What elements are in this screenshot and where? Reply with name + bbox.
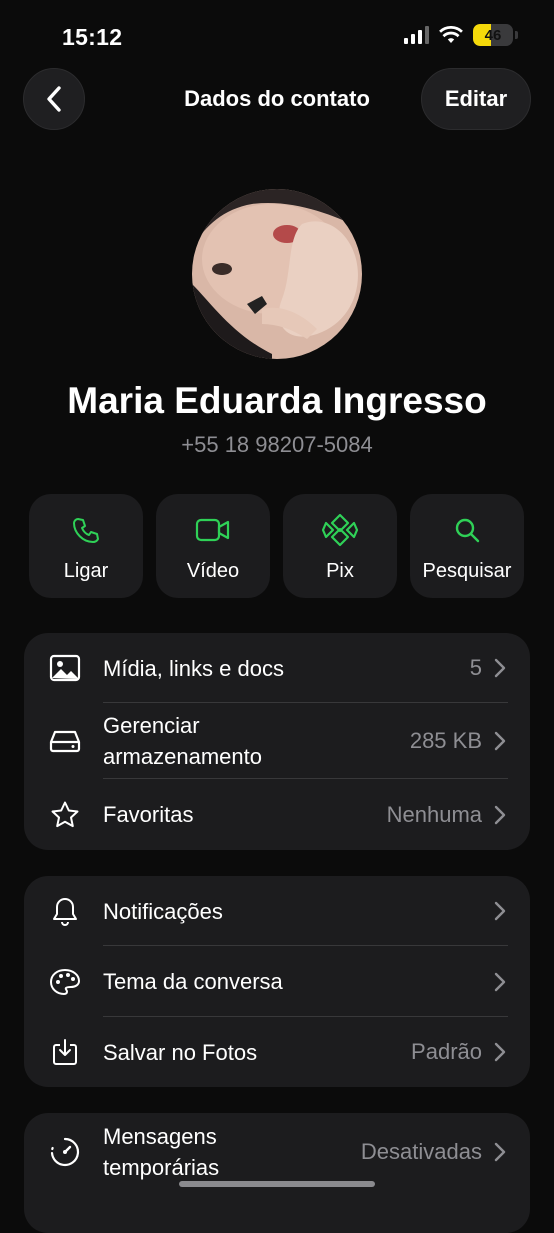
status-time: 15:12 (62, 24, 123, 50)
storage-icon (49, 730, 81, 753)
search-button[interactable]: Pesquisar (410, 494, 524, 598)
favorites-row[interactable]: Favoritas Nenhuma (24, 779, 530, 850)
row-label: Gerenciar armazenamento (103, 713, 262, 769)
battery-icon: 46 (473, 24, 513, 46)
chevron-right-icon (494, 901, 506, 921)
wifi-icon (439, 26, 463, 43)
chevron-right-icon (494, 658, 506, 678)
video-camera-icon (195, 518, 230, 542)
media-settings-card: Mídia, links e docs 5 Gerenciar armazena… (24, 633, 530, 850)
notifications-row[interactable]: Notificações (24, 876, 530, 946)
star-icon (51, 801, 79, 827)
chevron-right-icon (494, 972, 506, 991)
row-label: Salvar no Fotos (103, 1039, 258, 1065)
chat-settings-card: Notificações Tema da conversa Salvar no … (24, 876, 530, 1087)
row-label: Favoritas (103, 802, 194, 827)
row-label: Tema da conversa (103, 969, 283, 994)
cellular-signal-icon (404, 26, 429, 44)
quick-actions: Ligar Vídeo Pix Pesquisar (29, 494, 524, 598)
contact-avatar[interactable] (192, 189, 362, 359)
chevron-right-icon (494, 1142, 506, 1162)
row-value: 5 (469, 655, 482, 680)
call-label: Ligar (63, 560, 109, 582)
row-label: Mídia, links e docs (103, 655, 284, 681)
pix-icon (321, 513, 359, 547)
call-button[interactable]: Ligar (29, 494, 143, 598)
save-download-icon (53, 1039, 77, 1065)
chevron-right-icon (494, 731, 506, 751)
contact-name: Maria Eduarda Ingresso (67, 380, 487, 421)
status-bar: 15:12 46 (0, 0, 554, 70)
video-button[interactable]: Vídeo (156, 494, 270, 598)
timer-icon (50, 1137, 80, 1167)
phone-icon (73, 518, 99, 543)
disappearing-messages-row[interactable]: Mensagens temporárias Desativadas (24, 1113, 530, 1191)
search-label: Pesquisar (422, 560, 512, 582)
pix-label: Pix (326, 560, 354, 582)
video-label: Vídeo (186, 560, 240, 582)
privacy-settings-card: Mensagens temporárias Desativadas (24, 1113, 530, 1233)
chevron-right-icon (494, 1042, 506, 1062)
save-to-photos-row[interactable]: Salvar no Fotos Padrão (24, 1017, 530, 1087)
image-icon (49, 654, 81, 682)
home-indicator[interactable] (179, 1181, 375, 1187)
chevron-right-icon (494, 805, 506, 824)
status-icons: 46 (404, 24, 518, 46)
media-links-docs-row[interactable]: Mídia, links e docs 5 (24, 633, 530, 703)
battery-tip (515, 31, 518, 39)
palette-icon (49, 968, 81, 995)
chat-theme-row[interactable]: Tema da conversa (24, 946, 530, 1017)
row-value: Desativadas (360, 1139, 482, 1164)
search-icon (455, 518, 480, 543)
row-label: Notificações (103, 898, 223, 924)
row-value: Nenhuma (386, 801, 482, 827)
manage-storage-row[interactable]: Gerenciar armazenamento 285 KB (24, 703, 530, 779)
pix-button[interactable]: Pix (283, 494, 397, 598)
edit-button[interactable]: Editar (421, 68, 531, 130)
contact-phone[interactable]: +55 18 98207-5084 (0, 432, 554, 458)
row-value: Padrão (411, 1039, 482, 1064)
navigation-bar: Dados do contato Editar (0, 68, 554, 130)
bell-icon (53, 898, 77, 926)
row-value: 285 KB (409, 728, 482, 753)
row-label: Mensagens temporárias (103, 1124, 220, 1180)
battery-level: 46 (484, 26, 502, 44)
